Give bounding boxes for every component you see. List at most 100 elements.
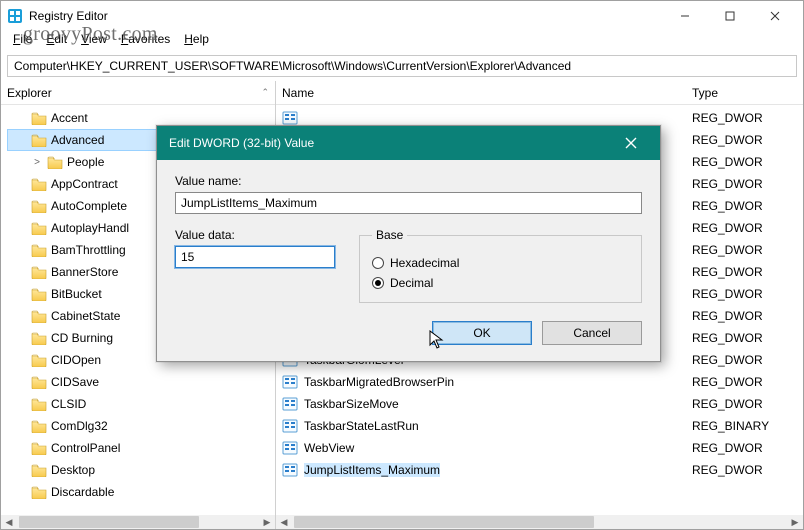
value-icon	[282, 418, 298, 434]
value-type: REG_DWOR	[692, 397, 803, 411]
folder-icon	[31, 243, 47, 257]
edit-dword-dialog: Edit DWORD (32-bit) Value Value name: Ju…	[156, 125, 661, 362]
list-row[interactable]: TaskbarMigratedBrowserPin REG_DWOR	[276, 371, 803, 393]
folder-icon	[31, 111, 47, 125]
dialog-close-button[interactable]	[614, 126, 648, 160]
cancel-button[interactable]: Cancel	[542, 321, 642, 345]
value-type: REG_DWOR	[692, 353, 803, 367]
list-row[interactable]: TaskbarSizeMove REG_DWOR	[276, 393, 803, 415]
list-hscroll[interactable]: ◀ ▶	[276, 515, 803, 529]
tree-item-label: AutoplayHandl	[51, 221, 129, 235]
tree-item[interactable]: CIDSave	[7, 371, 275, 393]
list-row[interactable]: WebView REG_DWOR	[276, 437, 803, 459]
window-title: Registry Editor	[29, 9, 662, 23]
folder-icon	[31, 441, 47, 455]
tree-item-label: CD Burning	[51, 331, 113, 345]
value-type: REG_DWOR	[692, 331, 803, 345]
tree-item-label: Accent	[51, 111, 88, 125]
col-type[interactable]: Type	[692, 86, 797, 100]
value-name: TaskbarMigratedBrowserPin	[304, 375, 454, 389]
tree-item-label: CIDSave	[51, 375, 99, 389]
value-icon	[282, 440, 298, 456]
value-name-field[interactable]: JumpListItems_Maximum	[175, 192, 642, 214]
tree-item[interactable]: CLSID	[7, 393, 275, 415]
menubar: FileEditViewFavoritesHelp	[1, 31, 803, 51]
list-row[interactable]: TaskbarStateLastRunREG_BINARY	[276, 415, 803, 437]
scroll-left-icon[interactable]: ◀	[276, 515, 292, 529]
value-type: REG_DWOR	[692, 375, 803, 389]
app-icon	[7, 8, 23, 24]
tree-header[interactable]: Explorer ⌃	[1, 81, 275, 105]
tree-item[interactable]: ControlPanel	[7, 437, 275, 459]
list-row[interactable]: JumpListItems_Maximum REG_DWOR	[276, 459, 803, 481]
value-type: REG_DWOR	[692, 221, 803, 235]
col-name[interactable]: Name	[282, 86, 692, 100]
radio-decimal[interactable]: Decimal	[372, 276, 629, 290]
value-icon	[282, 110, 298, 126]
folder-icon	[31, 199, 47, 213]
ok-button[interactable]: OK	[432, 321, 532, 345]
folder-icon	[31, 353, 47, 367]
scroll-left-icon[interactable]: ◀	[1, 515, 17, 529]
value-type: REG_DWOR	[692, 441, 803, 455]
address-bar[interactable]: Computer\HKEY_CURRENT_USER\SOFTWARE\Micr…	[7, 55, 797, 77]
menu-edit[interactable]: Edit	[40, 31, 73, 51]
tree-item-label: Discardable	[51, 485, 114, 499]
value-name: JumpListItems_Maximum	[304, 463, 440, 477]
minimize-button[interactable]	[662, 1, 707, 31]
value-type: REG_DWOR	[692, 287, 803, 301]
value-data-input[interactable]	[175, 246, 335, 268]
radio-hex-label: Hexadecimal	[390, 256, 459, 270]
folder-icon	[31, 419, 47, 433]
maximize-button[interactable]	[707, 1, 752, 31]
menu-help[interactable]: Help	[178, 31, 215, 51]
tree-item[interactable]: Desktop	[7, 459, 275, 481]
radio-hexadecimal[interactable]: Hexadecimal	[372, 256, 629, 270]
radio-dec-label: Decimal	[390, 276, 433, 290]
radio-dot-icon	[372, 257, 384, 269]
tree-item[interactable]: Discardable	[7, 481, 275, 503]
dialog-title: Edit DWORD (32-bit) Value	[169, 136, 614, 150]
folder-icon	[31, 265, 47, 279]
value-type: REG_DWOR	[692, 265, 803, 279]
folder-icon	[31, 177, 47, 191]
base-fieldset: Base Hexadecimal Decimal	[359, 228, 642, 303]
list-header[interactable]: Name Type	[276, 81, 803, 105]
scroll-thumb[interactable]	[19, 516, 199, 528]
expander-icon[interactable]: >	[31, 157, 43, 168]
value-type: REG_DWOR	[692, 463, 803, 477]
tree-item[interactable]: ComDlg32	[7, 415, 275, 437]
tree-item-label: AppContract	[51, 177, 118, 191]
value-icon	[282, 462, 298, 478]
tree-item-label: CabinetState	[51, 309, 120, 323]
folder-icon	[31, 397, 47, 411]
value-name-label: Value name:	[175, 174, 642, 188]
scroll-thumb[interactable]	[294, 516, 594, 528]
tree-hscroll[interactable]: ◀ ▶	[1, 515, 276, 529]
menu-view[interactable]: View	[75, 31, 113, 51]
value-icon	[282, 396, 298, 412]
tree-item-label: CLSID	[51, 397, 86, 411]
menu-favorites[interactable]: Favorites	[115, 31, 176, 51]
menu-file[interactable]: File	[7, 31, 38, 51]
value-type: REG_BINARY	[692, 419, 803, 433]
titlebar: Registry Editor	[1, 1, 803, 31]
folder-icon	[31, 221, 47, 235]
scroll-right-icon[interactable]: ▶	[787, 515, 803, 529]
value-name: TaskbarSizeMove	[304, 397, 399, 411]
base-legend: Base	[372, 228, 407, 242]
tree-item-label: Desktop	[51, 463, 95, 477]
folder-icon	[31, 133, 47, 147]
close-button[interactable]	[752, 1, 797, 31]
folder-icon	[31, 485, 47, 499]
value-type: REG_DWOR	[692, 177, 803, 191]
folder-icon	[31, 287, 47, 301]
tree-header-caret: ⌃	[261, 87, 269, 98]
tree-header-label: Explorer	[7, 86, 52, 100]
scroll-right-icon[interactable]: ▶	[259, 515, 275, 529]
value-name: WebView	[304, 441, 354, 455]
value-type: REG_DWOR	[692, 133, 803, 147]
dialog-titlebar[interactable]: Edit DWORD (32-bit) Value	[157, 126, 660, 160]
value-icon	[282, 374, 298, 390]
tree-item-label: ComDlg32	[51, 419, 108, 433]
